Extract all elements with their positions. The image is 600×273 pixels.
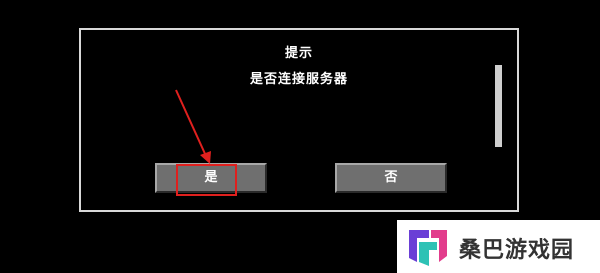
dialog-message: 是否连接服务器 (249, 72, 348, 87)
watermark: 桑巴游戏园 (397, 220, 600, 273)
dialog-title: 提示 (284, 46, 313, 61)
sangba-logo-icon (409, 230, 447, 266)
no-button[interactable]: 否 (335, 163, 447, 193)
confirm-dialog: 提示 是否连接服务器 是 否 (79, 28, 519, 212)
dialog-scrollbar[interactable] (495, 65, 502, 147)
yes-button[interactable]: 是 (155, 163, 267, 193)
watermark-text: 桑巴游戏园 (459, 238, 575, 263)
game-screen: 提示 是否连接服务器 是 否 桑巴游戏园 (0, 0, 600, 273)
